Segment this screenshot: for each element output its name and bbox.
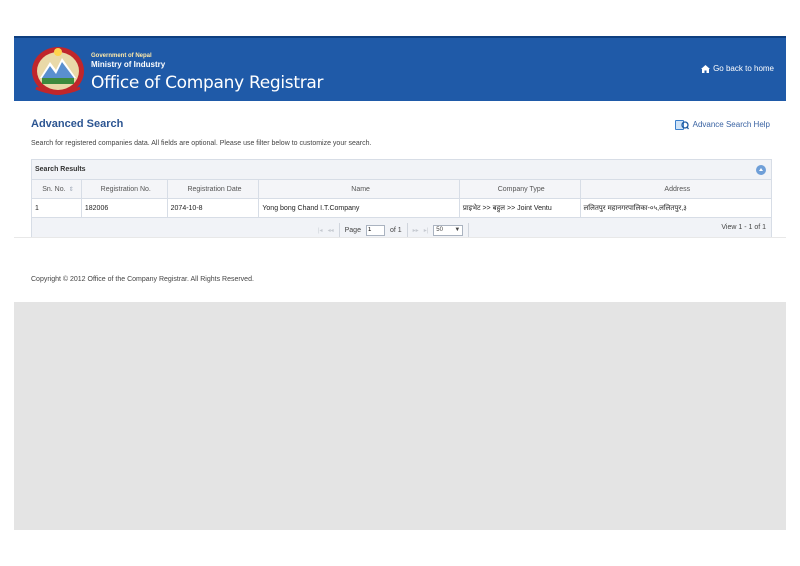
pager-divider bbox=[406, 223, 408, 237]
chevron-down-icon: ▼ bbox=[454, 227, 461, 233]
first-page-button[interactable]: |◂ bbox=[318, 227, 323, 234]
column-header-sn[interactable]: Sn. No. ⇕ bbox=[32, 180, 82, 198]
column-header-company-type[interactable]: Company Type bbox=[460, 180, 581, 198]
cell-registration-no: 182006 bbox=[82, 199, 168, 217]
sort-icon: ⇕ bbox=[68, 186, 74, 193]
site-header: Government of Nepal Ministry of Industry… bbox=[14, 36, 786, 101]
cell-company-type: प्राइभेट >> बहुल >> Joint Ventu bbox=[460, 199, 581, 217]
prev-page-button[interactable]: ◂◂ bbox=[328, 227, 334, 234]
column-header-name[interactable]: Name bbox=[259, 180, 460, 198]
copyright-text: Copyright © 2012 Office of the Company R… bbox=[31, 276, 254, 283]
grid-pager: |◂ ◂◂ Page of 1 ▸▸ ▸| 50 ▼ View 1 - 1 of… bbox=[32, 218, 771, 238]
view-record-info: View 1 - 1 of 1 bbox=[721, 224, 766, 231]
grid-caption-title: Search Results bbox=[35, 166, 86, 173]
search-results-grid: Search Results Sn. No. ⇕ Registration No… bbox=[31, 159, 772, 241]
table-row[interactable]: 1 182006 2074-10-8 Yong bong Chand I.T.C… bbox=[32, 199, 771, 218]
home-icon bbox=[701, 64, 711, 73]
pager-nav: |◂ ◂◂ Page of 1 ▸▸ ▸| 50 ▼ bbox=[318, 223, 470, 237]
pager-divider bbox=[468, 223, 470, 237]
page-number-input[interactable] bbox=[365, 224, 385, 236]
government-label: Government of Nepal bbox=[91, 53, 152, 59]
cell-name: Yong bong Chand I.T.Company bbox=[259, 199, 460, 217]
go-home-link[interactable]: Go back to home bbox=[701, 64, 774, 73]
advance-search-help-link[interactable]: Advance Search Help bbox=[674, 118, 770, 131]
next-page-button[interactable]: ▸▸ bbox=[413, 227, 419, 234]
page-title: Advanced Search bbox=[31, 118, 124, 130]
site-footer: Copyright © 2012 Office of the Company R… bbox=[14, 237, 786, 302]
column-header-registration-date[interactable]: Registration Date bbox=[168, 180, 260, 198]
cell-registration-date: 2074-10-8 bbox=[168, 199, 260, 217]
page-label: Page bbox=[344, 226, 361, 234]
page-description: Search for registered companies data. Al… bbox=[31, 140, 372, 147]
page-frame: Government of Nepal Ministry of Industry… bbox=[14, 36, 786, 530]
grid-caption: Search Results bbox=[32, 160, 771, 180]
column-header-address[interactable]: Address bbox=[581, 180, 771, 198]
rows-per-page-select[interactable]: 50 ▼ bbox=[433, 224, 464, 236]
column-header-registration-no[interactable]: Registration No. bbox=[82, 180, 168, 198]
rows-per-page-value: 50 bbox=[436, 227, 443, 233]
nepal-emblem-icon bbox=[32, 47, 84, 95]
main-content: Advanced Search Advance Search Help Sear… bbox=[14, 101, 786, 241]
page-count-label: of 1 bbox=[389, 226, 402, 234]
pager-divider bbox=[338, 223, 340, 237]
ministry-label: Ministry of Industry bbox=[91, 60, 166, 69]
last-page-button[interactable]: ▸| bbox=[424, 227, 429, 234]
column-header-label: Sn. No. bbox=[42, 185, 66, 193]
cell-sn: 1 bbox=[32, 199, 82, 217]
cell-address: ललितपुर महानगरपालिका-०५,ललितपुर,३ bbox=[583, 204, 687, 212]
table-header-row: Sn. No. ⇕ Registration No. Registration … bbox=[32, 180, 771, 199]
collapse-up-icon[interactable] bbox=[756, 165, 766, 175]
office-title: Office of Company Registrar bbox=[91, 73, 324, 93]
go-home-label: Go back to home bbox=[713, 64, 774, 73]
help-book-icon bbox=[674, 120, 689, 130]
advance-search-help-label: Advance Search Help bbox=[692, 120, 770, 129]
